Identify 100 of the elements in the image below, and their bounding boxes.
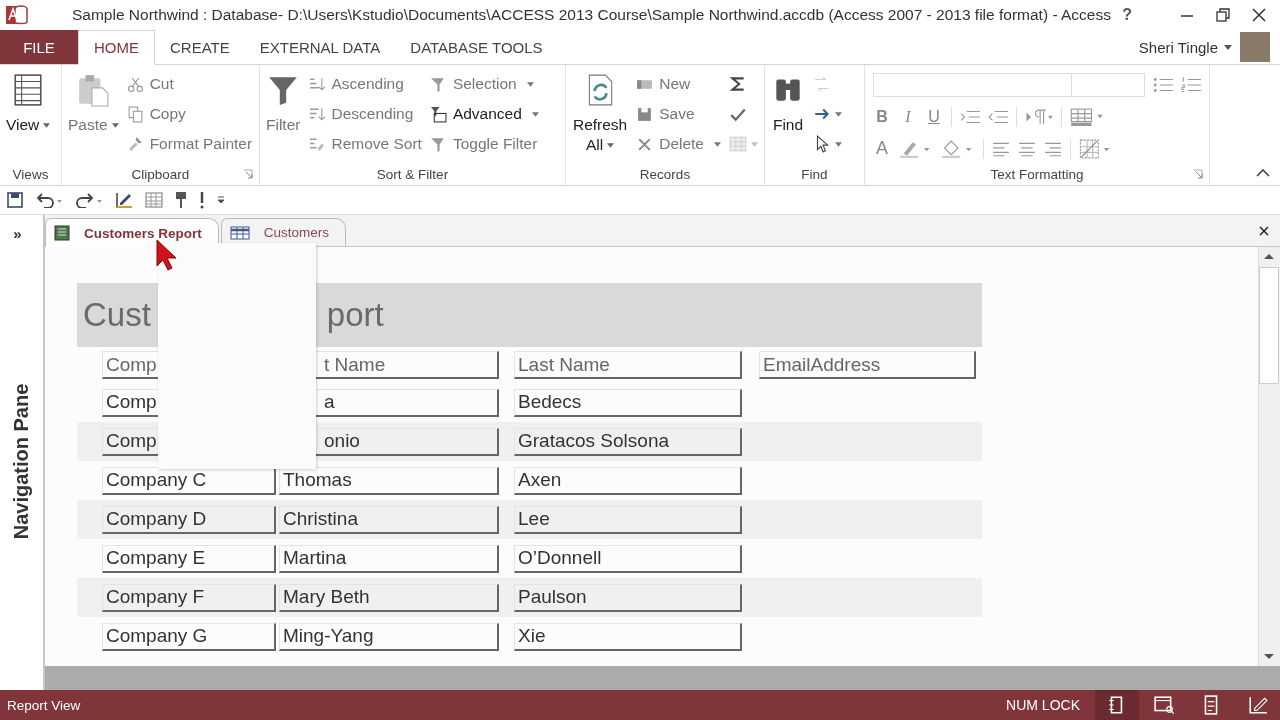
funnel-icon — [429, 135, 447, 153]
report-title: port — [326, 296, 384, 334]
table-cell: Bedecs — [514, 388, 742, 417]
table-cell: Gratacos Solsona — [514, 427, 742, 456]
clipboard-icon — [76, 73, 111, 107]
caret-icon — [714, 141, 721, 147]
gridlines-icon[interactable] — [1070, 107, 1104, 126]
ribbon-button[interactable]: Refresh All — [572, 69, 629, 155]
numbered-list-icon[interactable] — [1181, 75, 1201, 94]
table-cell: Company D — [102, 505, 276, 534]
table-cell: Company E — [102, 544, 276, 573]
replace-icon — [813, 75, 831, 93]
caret-icon — [607, 143, 615, 149]
clear-sort-icon — [308, 135, 326, 153]
exclamation-icon[interactable] — [199, 191, 205, 209]
ribbon-button[interactable]: Find — [771, 69, 805, 135]
ribbon-button[interactable]: Advanced — [429, 99, 539, 129]
restore-icon[interactable] — [1216, 8, 1230, 22]
mouse-pointer-icon — [156, 239, 178, 271]
caret-icon — [835, 141, 842, 147]
table-cell: Company F — [102, 583, 276, 612]
ribbon-tab[interactable]: HOME — [78, 30, 155, 65]
format-toggle-button[interactable]: U — [925, 107, 943, 126]
align-left-icon[interactable] — [992, 140, 1010, 157]
caret-icon — [43, 123, 51, 129]
caret-icon[interactable] — [1224, 44, 1232, 50]
font-size-field[interactable] — [1071, 72, 1146, 97]
design-view-icon — [1248, 695, 1268, 715]
funnel-form-icon — [429, 105, 447, 123]
table-cell: Paulson — [514, 583, 742, 612]
photo-placeholder — [1240, 32, 1270, 62]
customize-caret-icon[interactable] — [217, 196, 225, 204]
document-tab[interactable]: Customers Report — [45, 218, 219, 247]
scrollbar-thumb[interactable] — [1259, 267, 1279, 384]
sum-icon — [729, 75, 747, 93]
navigation-pane-label[interactable]: Navigation Pane — [10, 383, 33, 539]
table-cell: Ming-Yang — [279, 622, 499, 651]
ribbon-button[interactable]: View — [6, 69, 51, 135]
caret-icon — [835, 111, 842, 117]
format-toggle-button[interactable]: B — [873, 107, 891, 126]
paragraph-direction-icon[interactable] — [1025, 108, 1053, 125]
undo-icon[interactable] — [35, 192, 63, 208]
align-right-icon[interactable] — [1044, 140, 1062, 157]
expand-pane-button[interactable]: » — [13, 225, 22, 242]
status-text: Report View — [7, 697, 81, 713]
pin-icon[interactable] — [175, 191, 187, 209]
document-tab[interactable]: Customers — [220, 218, 347, 246]
save-icon — [636, 105, 654, 123]
group-label: Sort & Filter — [376, 166, 449, 182]
ribbon-tab[interactable]: EXTERNAL DATA — [244, 30, 396, 64]
decrease-indent-icon[interactable] — [988, 108, 1008, 125]
table-cell: Christina — [279, 505, 499, 534]
ribbon-tab[interactable]: FILE — [0, 30, 78, 64]
print-preview-icon — [1154, 695, 1174, 715]
caret-icon — [526, 81, 534, 87]
group-label: Clipboard — [131, 166, 190, 182]
table-cell: Lee — [514, 505, 742, 534]
ribbon-tab[interactable]: DATABASE TOOLS — [395, 30, 558, 64]
help-button[interactable]: ? — [1122, 6, 1132, 24]
align-center-icon[interactable] — [1018, 140, 1036, 157]
view-button[interactable] — [1095, 690, 1139, 720]
copy-icon — [126, 105, 144, 123]
table-cell: O’Donnell — [514, 544, 742, 573]
scissors-icon — [126, 75, 144, 93]
design-pencil-icon[interactable] — [115, 191, 133, 209]
sort-ascending-icon — [308, 75, 326, 93]
funnel-icon — [429, 75, 447, 93]
group-label: Records — [639, 166, 691, 182]
num-lock-indicator: NUM LOCK — [1006, 697, 1080, 713]
dialog-launcher-icon[interactable] — [1193, 169, 1203, 179]
access-logo-icon — [6, 4, 28, 26]
group-label: Find — [801, 166, 828, 182]
bullet-list-icon[interactable] — [1153, 75, 1174, 94]
close-icon[interactable] — [1252, 8, 1266, 22]
group-label: Text Formatting — [990, 166, 1084, 182]
dialog-launcher-icon[interactable] — [243, 169, 253, 179]
increase-indent-icon[interactable] — [960, 108, 980, 125]
table-cell: Martina — [279, 544, 499, 573]
sort-descending-icon — [308, 105, 326, 123]
close-icon[interactable] — [1259, 225, 1269, 236]
font-name-field[interactable] — [873, 72, 1073, 97]
caret-icon — [531, 111, 539, 117]
font-color-button[interactable]: A — [873, 138, 891, 159]
group-label: Views — [12, 166, 49, 182]
format-toggle-button[interactable]: I — [899, 107, 917, 126]
table-cell: Company G — [102, 622, 276, 651]
user-name[interactable]: Sheri Tingle — [1138, 38, 1218, 56]
caret-icon — [111, 123, 119, 129]
save-icon[interactable] — [7, 192, 23, 208]
column-header: Last Name — [514, 351, 742, 379]
window-title: Sample Northwind : Database- D:\Users\Kstudio\Documents\ACCESS 2013 Course\Sample Northwind.accdb (Access 2007 - 2013 file format) - Access — [72, 6, 1111, 24]
table-cell: Xie — [514, 622, 742, 651]
paintbrush-icon — [126, 135, 144, 153]
table-cell: Axen — [514, 466, 742, 495]
redo-icon[interactable] — [75, 192, 103, 208]
grid-icon — [729, 135, 747, 153]
ribbon-tab[interactable]: CREATE — [155, 30, 245, 64]
collapse-ribbon-icon[interactable] — [1256, 169, 1270, 177]
table-cell: Mary Beth — [279, 583, 499, 612]
table-icon — [229, 225, 250, 240]
